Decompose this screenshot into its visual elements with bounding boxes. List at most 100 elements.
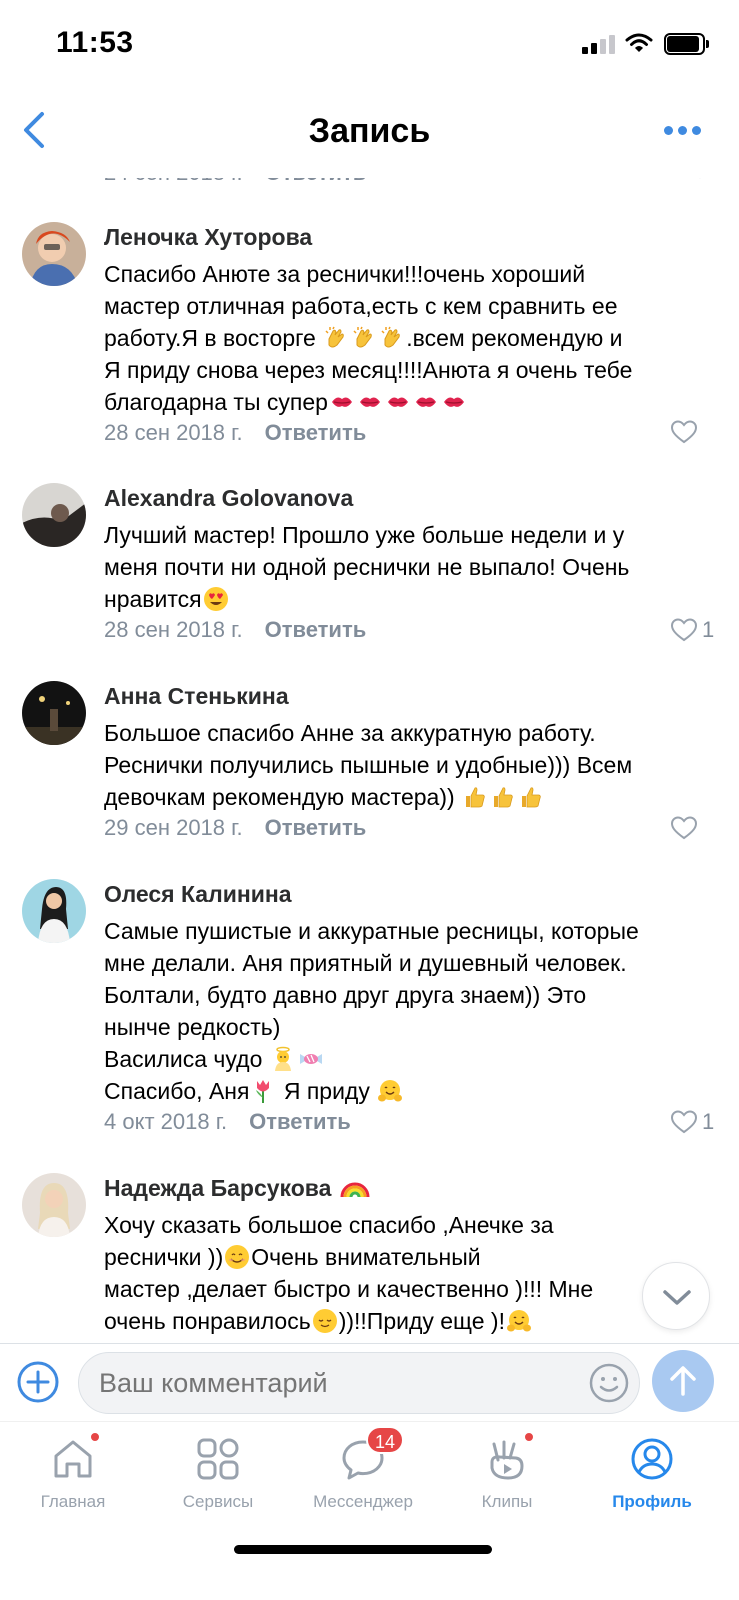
like-count: 1 [702, 1109, 715, 1134]
comment-line: Очень внимательный [251, 1244, 481, 1270]
unread-badge: 14 [366, 1426, 404, 1454]
comment-input[interactable] [78, 1352, 640, 1414]
kiss-mark-emoji-icon [357, 389, 383, 415]
baby-angel-emoji-icon [270, 1046, 296, 1072]
comment-text: Лучший мастер! Прошло уже больше недели … [104, 519, 714, 615]
comment-text: Хочу сказать большое спасибо ,Анечке за … [104, 1209, 714, 1337]
comment-author-name: Надежда Барсукова [104, 1175, 338, 1201]
comment-line: нынче редкость) [104, 1014, 281, 1040]
comment-line: благодарна ты супер [104, 389, 328, 415]
comment-line: Я приду [277, 1078, 377, 1104]
scroll-down-button[interactable] [642, 1262, 710, 1330]
status-time: 11:53 [56, 26, 134, 59]
thumbs-up-emoji-icon [490, 784, 516, 810]
wifi-icon [625, 33, 653, 52]
comment-line: Реснички получились пышные и удобные))) … [104, 752, 633, 778]
profile-icon [631, 1438, 673, 1480]
comment-author[interactable]: Alexandra Golovanova [104, 485, 353, 512]
comment-composer [0, 1343, 739, 1421]
cellular-signal-icon [582, 34, 616, 54]
comment-line: меня почти ни одной реснички не выпало! … [104, 554, 630, 580]
tab-profile[interactable]: Профиль [587, 1436, 717, 1526]
comment-line: мне делали. Аня приятный и душевный чело… [104, 950, 627, 976]
comment-line: Я приду снова через месяц!!!!Анюта я оче… [104, 357, 633, 383]
kiss-mark-emoji-icon [441, 389, 467, 415]
like-button[interactable]: 1 [670, 617, 714, 643]
comment-date: 4 окт 2018 г. [104, 1109, 228, 1134]
comment-line: Болтали, будто давно друг друга знаем)) … [104, 982, 587, 1008]
tab-services[interactable]: Сервисы [153, 1436, 283, 1526]
reply-link[interactable]: Ответить [265, 420, 367, 445]
heart-icon [670, 419, 698, 445]
comment-line: работу.Я в восторге [104, 325, 323, 351]
avatar[interactable] [22, 879, 86, 943]
tab-label: Мессенджер [313, 1492, 413, 1511]
reply-link[interactable]: Ответить [249, 1109, 351, 1134]
hugging-face-emoji-icon [506, 1308, 532, 1334]
send-arrow-icon [670, 1366, 696, 1396]
comment-meta: 28 сен 2018 г. Ответить [104, 420, 366, 446]
tab-bar: Главная Сервисы 14 Мессенджер Клипы Проф… [0, 1421, 739, 1600]
smile-icon[interactable] [588, 1362, 630, 1404]
like-count: 1 [702, 617, 715, 642]
avatar[interactable] [22, 681, 86, 745]
kiss-mark-emoji-icon [329, 389, 355, 415]
comment-line: .всем рекомендую и [406, 325, 623, 351]
kiss-mark-emoji-icon [413, 389, 439, 415]
comment-author[interactable]: Анна Стенькина [104, 683, 289, 710]
comment-author[interactable]: Надежда Барсукова [104, 1175, 372, 1202]
comment-date: 28 сен 2018 г. [104, 617, 243, 642]
like-button[interactable]: 1 [670, 1109, 714, 1135]
comment-line: ))!!Приду еще )! [338, 1308, 505, 1334]
avatar[interactable] [22, 222, 86, 286]
comment-text: Спасибо Анюте за реснички!!!очень хороши… [104, 258, 714, 418]
comment-text: Большое спасибо Анне за аккуратную работ… [104, 717, 714, 813]
comment-date: 29 сен 2018 г. [104, 815, 243, 840]
like-button[interactable] [670, 419, 702, 445]
clapping-hands-emoji-icon [323, 325, 349, 351]
heart-eyes-emoji-icon [203, 586, 229, 612]
clips-icon [490, 1440, 524, 1480]
comment-meta: 4 окт 2018 г. Ответить [104, 1109, 351, 1135]
avatar[interactable] [22, 483, 86, 547]
clapping-hands-emoji-icon [351, 325, 377, 351]
comment-line: Большое спасибо Анне за аккуратную работ… [104, 720, 596, 746]
smiling-face-emoji-icon [224, 1244, 250, 1270]
tab-clips[interactable]: Клипы [442, 1432, 572, 1526]
comment-line: Лучший мастер! Прошло уже больше недели … [104, 522, 625, 548]
heart-icon [670, 617, 698, 643]
comment-author[interactable]: Леночка Хуторова [104, 224, 312, 251]
comment-line: мастер отличная работа,есть с кем сравни… [104, 293, 618, 319]
tulip-emoji-icon [250, 1078, 276, 1104]
battery-icon [664, 33, 710, 55]
rainbow-emoji-icon [339, 1175, 371, 1201]
notification-dot [524, 1432, 534, 1442]
comment-author[interactable]: Олеся Калинина [104, 881, 292, 908]
thumbs-up-emoji-icon [462, 784, 488, 810]
page-title: Запись [308, 112, 431, 150]
reply-link[interactable]: Ответить [265, 617, 367, 642]
add-attachment-icon[interactable] [16, 1360, 60, 1404]
reply-link[interactable]: Ответить [265, 815, 367, 840]
avatar[interactable] [22, 1173, 86, 1237]
tab-label: Клипы [481, 1492, 533, 1511]
like-button[interactable] [670, 815, 702, 841]
services-icon [197, 1438, 239, 1480]
home-indicator [234, 1545, 492, 1554]
hugging-face-emoji-icon [377, 1078, 403, 1104]
comment-line: Спасибо, Аня [104, 1078, 250, 1104]
comment-date: 28 сен 2018 г. [104, 420, 243, 445]
thumbs-up-emoji-icon [518, 784, 544, 810]
tab-label: Главная [40, 1492, 106, 1511]
send-button[interactable] [652, 1350, 714, 1412]
tab-home[interactable]: Главная [8, 1432, 138, 1526]
more-dots-icon[interactable] [664, 120, 704, 140]
status-bar: 11:53 [0, 0, 739, 90]
comments-list[interactable]: 24 сен 2018 г.Ответить Леночка Хуторова … [0, 150, 739, 1372]
kiss-mark-emoji-icon [385, 389, 411, 415]
clapping-hands-emoji-icon [379, 325, 405, 351]
comment-line: Спасибо Анюте за реснички!!!очень хороши… [104, 261, 586, 287]
tab-messenger[interactable]: 14 Мессенджер [298, 1426, 428, 1526]
comment-line: девочкам рекомендую мастера)) [104, 784, 462, 810]
comment-meta: 28 сен 2018 г. Ответить [104, 617, 366, 643]
